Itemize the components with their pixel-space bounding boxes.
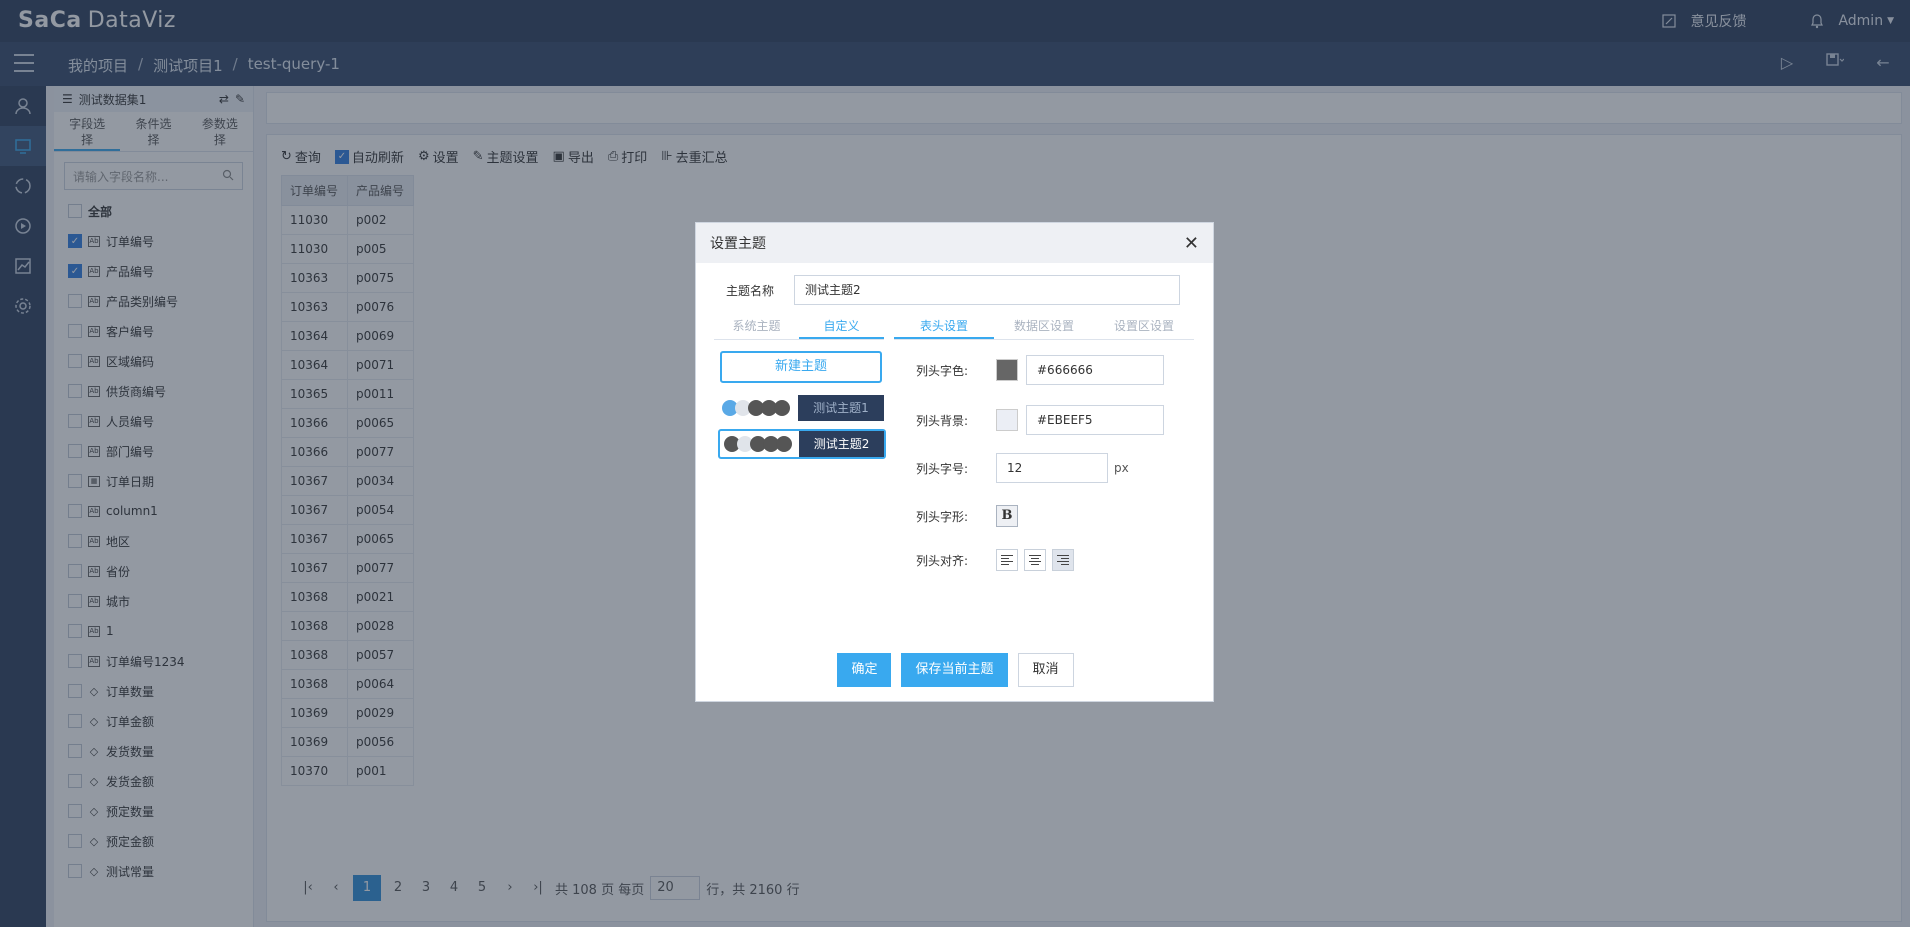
new-theme-button[interactable]: 新建主题 bbox=[720, 351, 882, 383]
align-left-icon[interactable] bbox=[996, 549, 1018, 571]
theme-area-tabs: 表头设置 数据区设置 设置区设置 bbox=[894, 315, 1194, 340]
theme-name-label: 主题名称 bbox=[726, 283, 775, 298]
header-font-color-row: 列头字色: #666666 bbox=[916, 355, 1164, 385]
unit-label: px bbox=[1114, 461, 1129, 475]
prop-label: 列头字形: bbox=[916, 509, 969, 524]
tab-header-settings[interactable]: 表头设置 bbox=[894, 315, 994, 339]
theme-item-2[interactable]: 测试主题2 bbox=[718, 429, 886, 459]
dialog-footer: 确定 保存当前主题 取消 bbox=[696, 653, 1215, 687]
theme-color-dots bbox=[718, 400, 798, 416]
header-bg-color-row: 列头背景: #EBEEF5 bbox=[916, 405, 1164, 435]
close-icon[interactable]: ✕ bbox=[1184, 233, 1199, 254]
color-dot bbox=[774, 400, 790, 416]
tab-data-area-settings[interactable]: 数据区设置 bbox=[994, 315, 1094, 339]
prop-label: 列头字色: bbox=[916, 363, 969, 378]
dialog-title: 设置主题 bbox=[710, 236, 766, 252]
prop-label: 列头字号: bbox=[916, 461, 969, 476]
theme-name-row: 主题名称 测试主题2 bbox=[726, 275, 1181, 305]
dialog-header: 设置主题 ✕ bbox=[696, 223, 1213, 263]
theme-color-dots bbox=[720, 436, 799, 452]
prop-label: 列头对齐: bbox=[916, 553, 969, 568]
align-right-icon[interactable] bbox=[1052, 549, 1074, 571]
theme-name: 测试主题2 bbox=[799, 431, 884, 457]
tab-custom-theme[interactable]: 自定义 bbox=[799, 315, 884, 339]
theme-name-input[interactable]: 测试主题2 bbox=[794, 275, 1181, 305]
color-swatch[interactable] bbox=[996, 359, 1018, 381]
align-center-icon[interactable] bbox=[1024, 549, 1046, 571]
bg-color-input[interactable]: #EBEEF5 bbox=[1026, 405, 1164, 435]
ok-button[interactable]: 确定 bbox=[837, 653, 892, 687]
prop-label: 列头背景: bbox=[916, 413, 969, 428]
cancel-button[interactable]: 取消 bbox=[1017, 653, 1074, 687]
header-align-row: 列头对齐: bbox=[916, 549, 1080, 571]
font-color-input[interactable]: #666666 bbox=[1026, 355, 1164, 385]
theme-name: 测试主题1 bbox=[798, 395, 884, 421]
tab-system-theme[interactable]: 系统主题 bbox=[714, 315, 799, 339]
theme-source-tabs: 系统主题 自定义 bbox=[714, 315, 884, 340]
color-swatch[interactable] bbox=[996, 409, 1018, 431]
save-theme-button[interactable]: 保存当前主题 bbox=[901, 653, 1008, 687]
color-dot bbox=[776, 436, 792, 452]
tab-settings-area-settings[interactable]: 设置区设置 bbox=[1094, 315, 1194, 339]
header-font-style-row: 列头字形: B bbox=[916, 505, 1018, 527]
header-font-size-row: 列头字号: 12 px bbox=[916, 453, 1129, 483]
theme-item-1[interactable]: 测试主题1 bbox=[718, 393, 886, 423]
bold-button[interactable]: B bbox=[996, 505, 1018, 527]
font-size-input[interactable]: 12 bbox=[996, 453, 1108, 483]
theme-dialog: 设置主题 ✕ 主题名称 测试主题2 系统主题 自定义 表头设置 数据区设置 设置… bbox=[695, 222, 1214, 702]
